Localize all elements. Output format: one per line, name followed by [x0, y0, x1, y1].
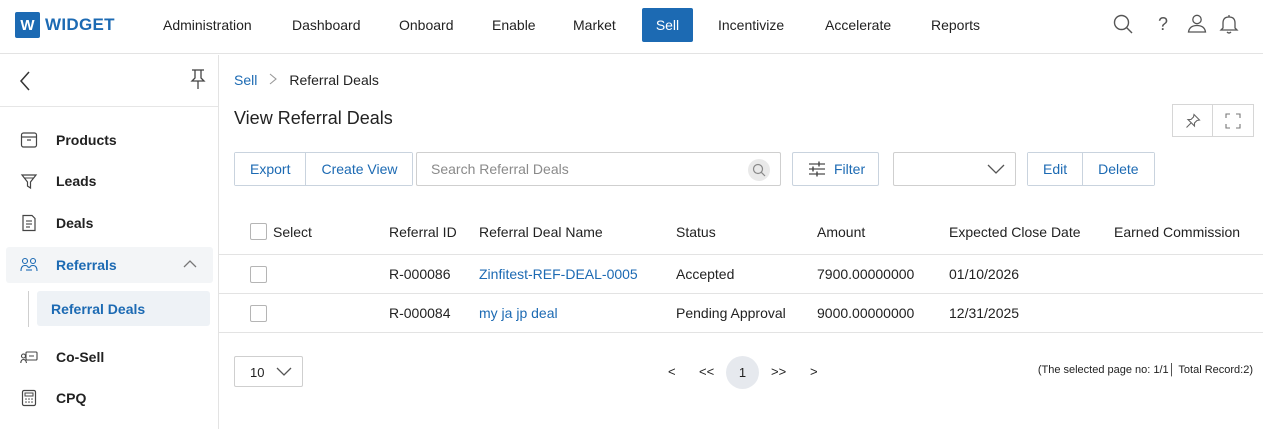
search-box	[416, 152, 781, 186]
export-create-group: Export Create View	[234, 152, 414, 186]
column-header-expected-close-date[interactable]: Expected Close Date	[949, 224, 1081, 240]
column-header-referral-id[interactable]: Referral ID	[389, 224, 457, 240]
breadcrumb: Sell Referral Deals	[234, 72, 379, 88]
row-checkbox[interactable]	[250, 305, 267, 322]
user-icon[interactable]	[1186, 13, 1208, 35]
sidebar-item-label: Products	[56, 132, 117, 148]
breadcrumb-link-sell[interactable]: Sell	[234, 72, 257, 88]
breadcrumb-current: Referral Deals	[289, 72, 379, 88]
page-actions	[1172, 104, 1254, 137]
cell-amount: 9000.00000000	[817, 305, 915, 321]
top-navigation-bar: W WIDGET Administration Dashboard Onboar…	[0, 0, 1263, 54]
cell-referral-id: R-000084	[389, 305, 451, 321]
box-icon	[20, 132, 38, 148]
cell-referral-id: R-000086	[389, 266, 451, 282]
page-number-label: 1	[738, 365, 747, 380]
search-icon[interactable]	[748, 159, 770, 181]
next-page-button[interactable]: >	[810, 364, 818, 379]
first-page-button[interactable]: <<	[699, 364, 714, 379]
nav-incentivize[interactable]: Incentivize	[706, 8, 796, 42]
calculator-icon	[21, 389, 37, 407]
export-button[interactable]: Export	[235, 153, 306, 185]
nav-onboard[interactable]: Onboard	[387, 8, 465, 42]
sidebar-item-leads[interactable]: Leads	[6, 163, 213, 199]
delete-button[interactable]: Delete	[1082, 153, 1154, 185]
row-checkbox[interactable]	[250, 266, 267, 283]
funnel-icon	[20, 174, 38, 190]
pagination-info: (The selected page no: 1/1│ Total Record…	[1037, 364, 1253, 376]
sidebar-item-products[interactable]: Products	[6, 122, 213, 158]
page-number-current[interactable]: 1	[726, 356, 759, 389]
table-header: Select Referral ID Referral Deal Name St…	[219, 208, 1263, 255]
pin-sidebar-icon[interactable]	[189, 68, 207, 93]
filter-sliders-icon	[809, 161, 825, 177]
sidebar-item-label: Co-Sell	[56, 349, 105, 365]
sidebar-item-label: Referrals	[56, 257, 117, 273]
chevron-down-icon	[276, 367, 292, 376]
co-sell-icon	[20, 351, 38, 364]
edit-button[interactable]: Edit	[1028, 153, 1083, 185]
sidebar: Products Leads Deals Referrals Referral …	[0, 55, 219, 429]
app-logo[interactable]: W WIDGET	[15, 12, 115, 38]
cell-amount: 7900.00000000	[817, 266, 915, 282]
page-size-select[interactable]: 10	[234, 356, 303, 387]
collapse-sidebar-icon[interactable]	[18, 70, 32, 95]
prev-page-button[interactable]: <	[668, 364, 676, 379]
sidebar-item-label: Deals	[56, 215, 94, 231]
nav-enable[interactable]: Enable	[480, 8, 548, 42]
nav-dashboard[interactable]: Dashboard	[280, 8, 373, 42]
page-size-value: 10	[250, 365, 265, 380]
breadcrumb-separator	[269, 72, 278, 88]
last-page-button[interactable]: >>	[771, 364, 786, 379]
column-header-earned-commission[interactable]: Earned Commission	[1114, 224, 1240, 240]
sidebar-divider	[0, 106, 218, 107]
table-row: R-000084 my ja jp deal Pending Approval …	[219, 294, 1263, 333]
cell-close-date: 12/31/2025	[949, 305, 1020, 321]
cell-status: Accepted	[676, 266, 735, 282]
create-view-button[interactable]: Create View	[305, 153, 413, 185]
cell-status: Pending Approval	[676, 305, 786, 321]
table-row: R-000086 Zinfitest-REF-DEAL-0005 Accepte…	[219, 255, 1263, 294]
nav-sell[interactable]: Sell	[642, 8, 693, 42]
main-content: Sell Referral Deals View Referral Deals …	[219, 55, 1263, 429]
cell-close-date: 01/10/2026	[949, 266, 1020, 282]
fullscreen-icon[interactable]	[1213, 105, 1253, 136]
page-title: View Referral Deals	[234, 108, 393, 128]
chevron-down-icon	[987, 164, 1005, 174]
bell-icon[interactable]	[1218, 13, 1240, 35]
view-select[interactable]	[893, 152, 1016, 186]
referrals-icon	[20, 257, 38, 272]
edit-delete-group: Edit Delete	[1027, 152, 1155, 186]
nav-reports[interactable]: Reports	[919, 8, 992, 42]
column-header-deal-name[interactable]: Referral Deal Name	[479, 224, 603, 240]
column-header-select: Select	[273, 224, 312, 240]
sidebar-subitem-referral-deals[interactable]: Referral Deals	[37, 291, 210, 326]
sidebar-item-deals[interactable]: Deals	[6, 205, 213, 241]
document-icon	[22, 214, 36, 232]
sidebar-item-referrals[interactable]: Referrals	[6, 247, 213, 283]
filter-label: Filter	[834, 161, 866, 177]
filter-button[interactable]: Filter	[792, 152, 879, 186]
cell-deal-name-link[interactable]: Zinfitest-REF-DEAL-0005	[479, 266, 638, 282]
nav-market[interactable]: Market	[561, 8, 628, 42]
sidebar-subitem-label: Referral Deals	[51, 300, 146, 317]
logo-mark: W	[15, 12, 40, 38]
submenu-guide-line	[28, 291, 29, 327]
search-icon[interactable]	[1112, 13, 1134, 35]
nav-accelerate[interactable]: Accelerate	[813, 8, 903, 42]
select-all-checkbox[interactable]	[250, 223, 267, 240]
cell-deal-name-link[interactable]: my ja jp deal	[479, 305, 558, 321]
column-header-amount[interactable]: Amount	[817, 224, 865, 240]
search-input[interactable]	[431, 161, 731, 177]
chevron-up-icon[interactable]	[183, 259, 197, 268]
sidebar-item-co-sell[interactable]: Co-Sell	[6, 339, 213, 375]
sidebar-item-label: Leads	[56, 173, 97, 189]
help-icon[interactable]: ?	[1152, 13, 1174, 35]
pin-icon[interactable]	[1173, 105, 1214, 136]
column-header-status[interactable]: Status	[676, 224, 716, 240]
sidebar-item-cpq[interactable]: CPQ	[6, 380, 213, 416]
logo-text: WIDGET	[45, 15, 115, 34]
sidebar-item-label: CPQ	[56, 390, 87, 406]
nav-administration[interactable]: Administration	[151, 8, 264, 42]
